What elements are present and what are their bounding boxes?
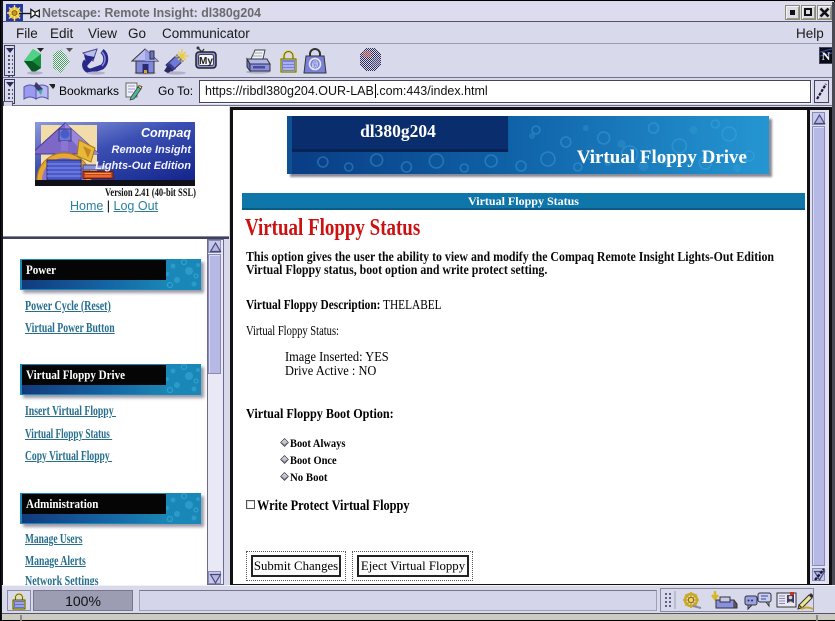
svg-text:My: My xyxy=(199,56,213,67)
svg-text:Lights-Out Edition: Lights-Out Edition xyxy=(95,160,191,172)
svg-text:@: @ xyxy=(312,60,318,72)
svg-text:N: N xyxy=(822,49,831,63)
svg-text:Remote Insight: Remote Insight xyxy=(112,144,193,156)
svg-text:Compaq: Compaq xyxy=(141,126,191,140)
